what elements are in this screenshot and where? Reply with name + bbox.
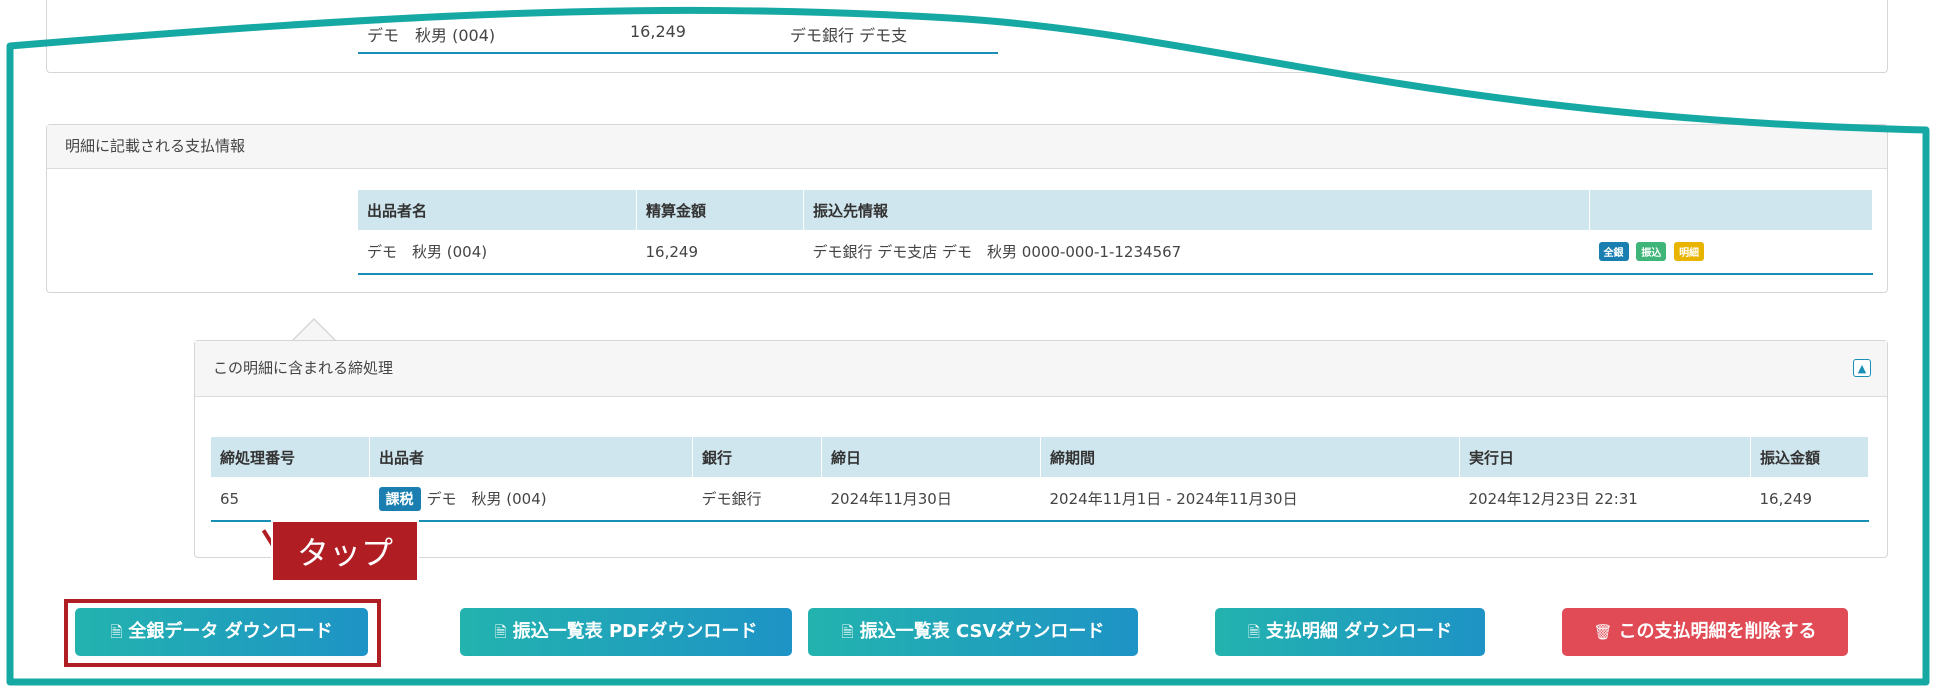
- column-header: 実行日: [1459, 437, 1751, 477]
- taxable-badge: 課税: [378, 486, 421, 511]
- closing-process-panel: この明細に含まれる締処理 ▲ 締処理番号 出品者 銀行 締日 締期間 実行日 振…: [194, 340, 1888, 558]
- table-header-row: 締処理番号 出品者 銀行 締日 締期間 実行日 振込金額: [211, 437, 1869, 477]
- period-cell: 2024年11月1日 - 2024年11月30日: [1040, 477, 1460, 522]
- top-row-underline: [358, 52, 998, 54]
- tags-cell: 全銀 振込 明細: [1589, 230, 1873, 275]
- zengin-tag: 全銀: [1598, 242, 1629, 261]
- csv-download-button[interactable]: 🗎 振込一覧表 CSVダウンロード: [808, 608, 1138, 656]
- statement-download-button[interactable]: 🗎 支払明細 ダウンロード: [1215, 608, 1485, 656]
- payment-info-table: 出品者名 精算金額 振込先情報 デモ 秋男 (004) 16,249 デモ銀行 …: [358, 190, 1873, 275]
- file-download-icon: 🗎: [841, 623, 854, 641]
- collapse-toggle-icon[interactable]: ▲: [1853, 359, 1871, 377]
- payment-info-panel: 明細に記載される支払情報 出品者名 精算金額 振込先情報 デモ 秋男 (004)…: [46, 124, 1888, 293]
- column-header: 出品者名: [358, 190, 637, 230]
- exec-date-cell: 2024年12月23日 22:31: [1459, 477, 1751, 522]
- bank-cell: デモ銀行: [692, 477, 822, 522]
- statement-download-label: 支払明細 ダウンロード: [1265, 621, 1453, 642]
- column-header: 出品者: [369, 437, 693, 477]
- column-header: 締処理番号: [211, 437, 370, 477]
- table-row: デモ 秋男 (004) 16,249 デモ銀行 デモ支店 デモ 秋男 0000-…: [358, 230, 1873, 275]
- trash-icon: 🗑: [1593, 623, 1613, 641]
- closing-process-table: 締処理番号 出品者 銀行 締日 締期間 実行日 振込金額 65 課税 デモ 秋男 …: [211, 437, 1869, 522]
- amount-cell: 16,249: [636, 230, 804, 275]
- column-header: 締期間: [1040, 437, 1460, 477]
- file-download-icon: 🗎: [494, 623, 507, 641]
- previous-section-panel: [46, 0, 1888, 73]
- closing-id-cell: 65: [211, 477, 370, 522]
- bank-info-cell: デモ銀行 デモ支店 デモ 秋男 0000-000-1-1234567: [803, 230, 1590, 275]
- column-header: 締日: [821, 437, 1041, 477]
- seller-cell: 課税 デモ 秋男 (004): [369, 477, 693, 522]
- column-header: [1589, 190, 1873, 230]
- transfer-tag: 振込: [1636, 242, 1667, 261]
- seller-name-cell: デモ 秋男 (004): [358, 230, 637, 275]
- closing-process-title: この明細に含まれる締処理: [195, 341, 1887, 397]
- delete-statement-button[interactable]: 🗑 この支払明細を削除する: [1562, 608, 1848, 656]
- tap-callout-label: タップ: [271, 520, 419, 582]
- transfer-amount-cell: 16,249: [1750, 477, 1869, 522]
- delete-statement-label: この支払明細を削除する: [1618, 621, 1817, 642]
- table-header-row: 出品者名 精算金額 振込先情報: [358, 190, 1873, 230]
- seller-name: デモ 秋男 (004): [426, 489, 547, 508]
- csv-download-label: 振込一覧表 CSVダウンロード: [859, 621, 1105, 642]
- panel-pointer-caret-inner: [294, 320, 334, 340]
- table-row: 65 課税 デモ 秋男 (004) デモ銀行 2024年11月30日 2024年1…: [211, 477, 1869, 522]
- pdf-download-button[interactable]: 🗎 振込一覧表 PDFダウンロード: [460, 608, 792, 656]
- file-download-icon: 🗎: [1247, 623, 1260, 641]
- column-header: 銀行: [692, 437, 822, 477]
- column-header: 精算金額: [636, 190, 804, 230]
- close-date-cell: 2024年11月30日: [821, 477, 1041, 522]
- payment-info-title: 明細に記載される支払情報: [47, 125, 1887, 169]
- statement-tag: 明細: [1674, 242, 1705, 261]
- top-seller-cell: デモ 秋男 (004): [367, 26, 496, 45]
- column-header: 振込先情報: [803, 190, 1590, 230]
- top-amount-cell: 16,249: [630, 22, 686, 41]
- column-header: 振込金額: [1750, 437, 1869, 477]
- top-bank-cell: デモ銀行 デモ支: [790, 26, 908, 45]
- pdf-download-label: 振込一覧表 PDFダウンロード: [512, 621, 758, 642]
- tap-highlight-box: [64, 599, 381, 667]
